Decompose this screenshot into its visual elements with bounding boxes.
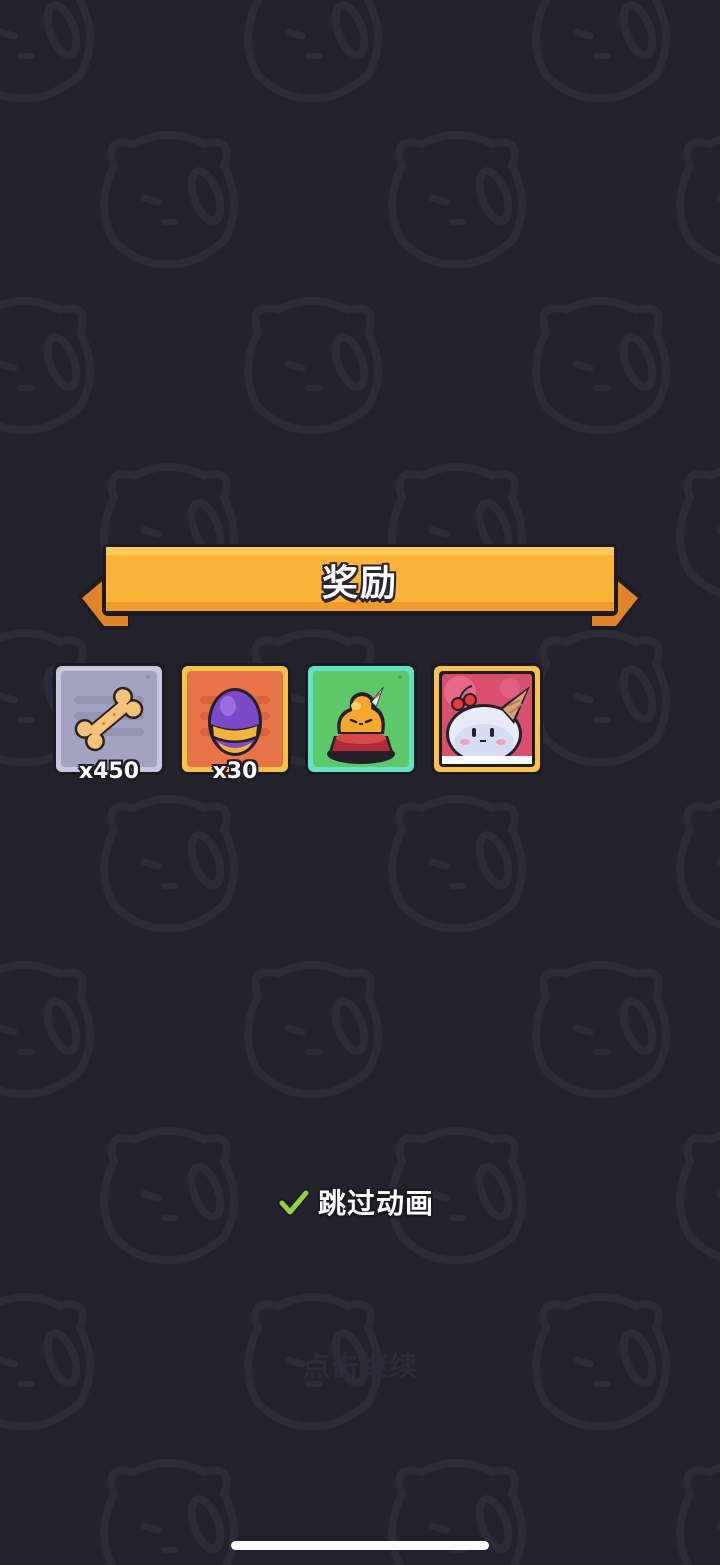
background-creature-icon: [388, 131, 526, 269]
background-creature-icon: [388, 795, 526, 933]
background-creature-icon: [244, 0, 382, 103]
background-creature-icon: [244, 297, 382, 435]
background-creature-icon: [100, 1127, 238, 1265]
reward-count: x450: [78, 759, 140, 784]
reward-item-bone[interactable]: x450: [52, 662, 166, 784]
background-creature-icon: [676, 799, 720, 929]
icecream-slime-icon: [431, 663, 543, 775]
background-creature-icon: [0, 297, 94, 435]
background-creature-icon: [100, 795, 238, 933]
home-indicator[interactable]: [231, 1541, 489, 1550]
background-creature-icon: [100, 131, 238, 269]
checkmark-icon: [278, 1188, 310, 1217]
banner-title: 奖励: [321, 563, 398, 604]
reward-count: x30: [212, 759, 258, 784]
reward-banner: 奖励: [74, 544, 646, 636]
background-creature-icon: [0, 0, 94, 103]
reward-item-pudding-slime[interactable]: [304, 662, 418, 776]
tap-to-continue-text[interactable]: 点击继续: [0, 1345, 720, 1385]
background-creature-icon: [532, 961, 670, 1099]
background-creature-icon: [676, 135, 720, 265]
background-creature-icon: [532, 297, 670, 435]
reward-list: x450 x30: [52, 662, 552, 784]
reward-item-icecream-slime[interactable]: [430, 662, 544, 776]
skip-animation-toggle[interactable]: 跳过动画: [278, 1178, 434, 1226]
background-creature-icon: [0, 961, 94, 1099]
background-creature-icon: [676, 1463, 720, 1565]
reward-item-egg[interactable]: x30: [178, 662, 292, 784]
background-creature-icon: [100, 1459, 238, 1565]
pudding-slime-icon: [305, 663, 417, 775]
background-creature-icon: [244, 961, 382, 1099]
background-creature-icon: [676, 1131, 720, 1261]
background-creature-icon: [532, 0, 670, 103]
background-creature-icon: [676, 467, 720, 597]
skip-animation-label: 跳过动画: [318, 1187, 435, 1220]
